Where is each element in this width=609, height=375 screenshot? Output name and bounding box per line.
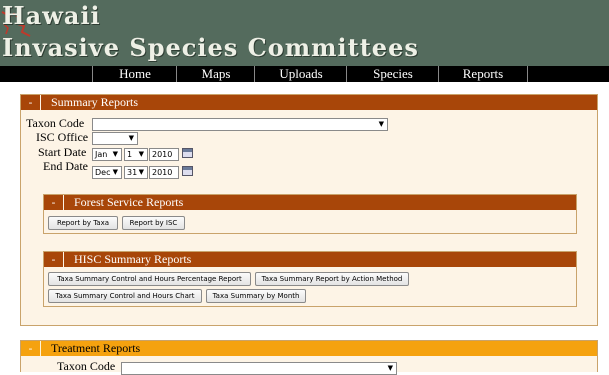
chevron-down-icon: ▼ — [138, 150, 144, 158]
hisc-summary-toggle[interactable]: - — [44, 252, 64, 267]
chevron-down-icon: ▼ — [387, 364, 393, 372]
hisc-summary-header: - HISC Summary Reports — [44, 252, 576, 267]
nav-item-uploads[interactable]: Uploads — [254, 66, 347, 82]
end-day-select[interactable]: 31 ▼ — [124, 166, 148, 179]
treatment-reports-panel: - Treatment Reports Taxon Code ▼ — [20, 340, 598, 375]
start-year-input[interactable]: 2010 — [149, 148, 179, 161]
report-by-isc-button[interactable]: Report by ISC — [122, 216, 185, 230]
treatment-reports-header: - Treatment Reports — [21, 341, 597, 356]
summary-reports-panel: - Summary Reports Taxon Code ▼ ISC Offic… — [20, 94, 598, 326]
taxon-code-select[interactable]: ▼ — [92, 118, 388, 131]
forest-service-panel: - Forest Service Reports Report by Taxa … — [43, 194, 577, 234]
report-by-taxa-button[interactable]: Report by Taxa — [48, 216, 118, 230]
nav-item-home[interactable]: Home — [92, 66, 177, 82]
summary-reports-title: Summary Reports — [51, 95, 138, 109]
isc-office-label: ISC Office — [36, 130, 89, 144]
taxa-summary-action-method-button[interactable]: Taxa Summary Report by Action Method — [255, 272, 409, 286]
treatment-reports-title: Treatment Reports — [51, 341, 141, 355]
start-month-select[interactable]: Jan ▼ — [92, 148, 122, 161]
hisc-summary-panel: - HISC Summary Reports Taxa Summary Cont… — [43, 251, 577, 307]
site-title-line2: Invasive Species Committees — [2, 33, 419, 62]
end-date-label: End Date — [43, 159, 88, 173]
nav-item-species[interactable]: Species — [346, 66, 439, 82]
chevron-down-icon: ▼ — [112, 150, 118, 158]
treatment-taxon-code-select[interactable]: ▼ — [121, 362, 397, 375]
main-nav: Home Maps Uploads Species Reports — [0, 66, 609, 82]
chevron-down-icon: ▼ — [112, 168, 118, 176]
start-date-label: Start Date — [38, 145, 87, 159]
forest-service-title: Forest Service Reports — [74, 195, 184, 209]
taxon-code-label: Taxon Code — [26, 116, 85, 130]
end-year-input[interactable]: 2010 — [149, 166, 179, 179]
forest-service-toggle[interactable]: - — [44, 195, 64, 210]
end-month-select[interactable]: Dec ▼ — [92, 166, 122, 179]
taxa-summary-by-month-button[interactable]: Taxa Summary by Month — [206, 289, 306, 303]
chevron-down-icon: ▼ — [138, 168, 144, 176]
nav-item-maps[interactable]: Maps — [176, 66, 255, 82]
chevron-down-icon: ▼ — [128, 134, 134, 142]
summary-reports-toggle[interactable]: - — [21, 95, 41, 110]
calendar-icon[interactable] — [182, 166, 193, 176]
chevron-down-icon: ▼ — [378, 120, 384, 128]
site-title-line1: Hawaii — [2, 1, 101, 30]
taxa-summary-control-hours-chart-button[interactable]: Taxa Summary Control and Hours Chart — [48, 289, 202, 303]
treatment-reports-toggle[interactable]: - — [21, 341, 41, 356]
site-header: Hawaii Invasive Species Committees — [0, 0, 609, 66]
forest-service-header: - Forest Service Reports — [44, 195, 576, 210]
summary-reports-header: - Summary Reports — [21, 95, 597, 110]
taxa-summary-control-hours-percentage-button[interactable]: Taxa Summary Control and Hours Percentag… — [48, 272, 251, 286]
start-day-select[interactable]: 1 ▼ — [124, 148, 148, 161]
isc-office-select[interactable]: ▼ — [92, 132, 138, 145]
nav-item-reports[interactable]: Reports — [438, 66, 528, 82]
calendar-icon[interactable] — [182, 148, 193, 158]
hisc-summary-title: HISC Summary Reports — [74, 252, 192, 266]
